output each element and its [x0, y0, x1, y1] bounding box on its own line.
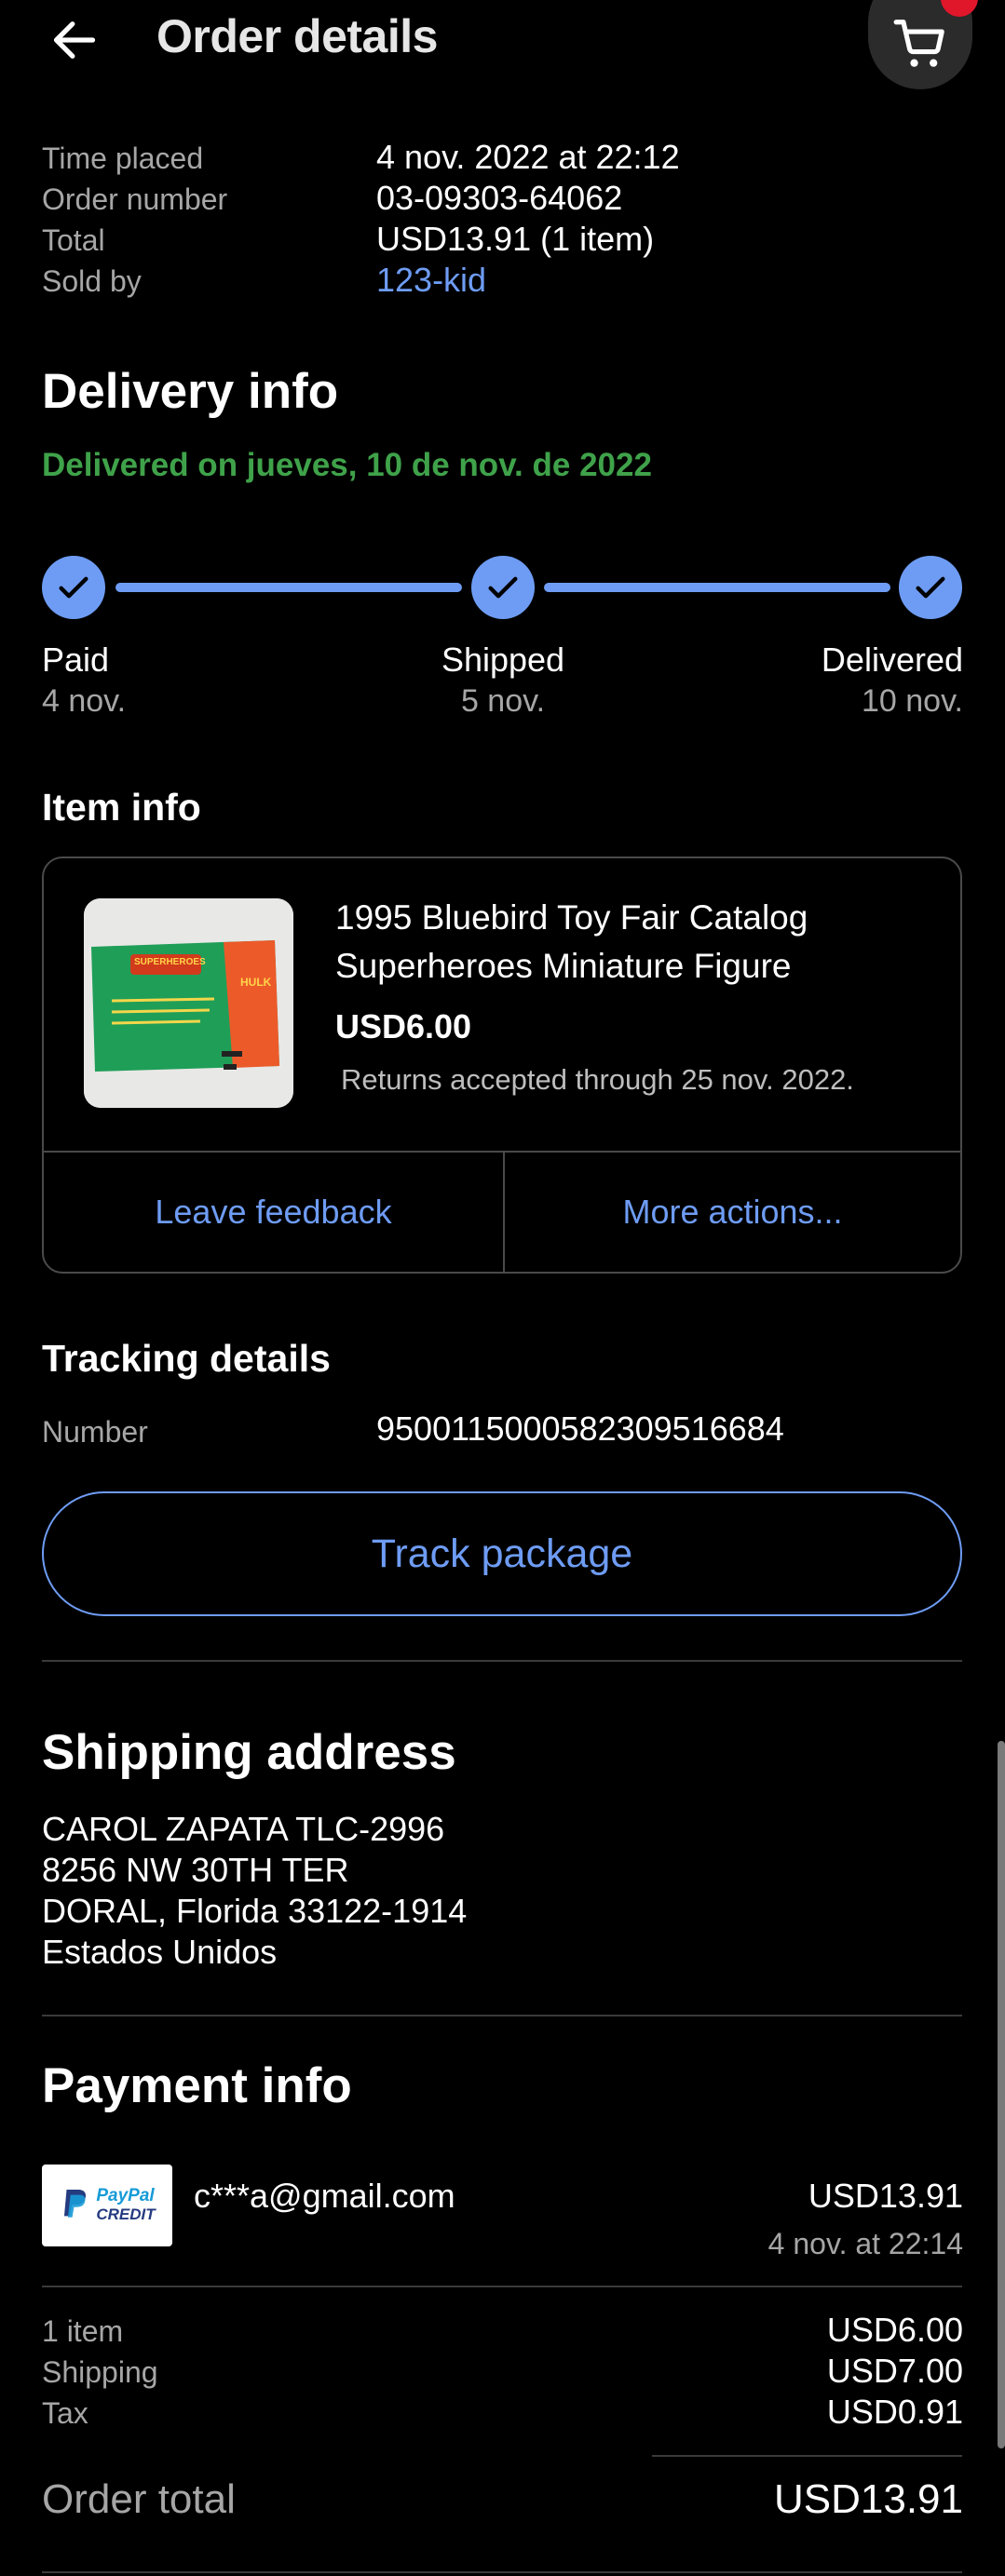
divider	[42, 2286, 962, 2287]
step-paid-dot	[42, 556, 105, 619]
divider	[42, 1660, 962, 1662]
paypal-credit-logo: PayPal CREDIT	[42, 2165, 172, 2246]
scrollbar[interactable]	[998, 1741, 1005, 2448]
total-divider	[652, 2455, 962, 2457]
sold-by-label: Sold by	[42, 264, 142, 298]
shipping-value: USD7.00	[826, 2352, 963, 2390]
address-line-2: 8256 NW 30TH TER	[42, 1851, 349, 1889]
step-shipped-label: Shipped	[441, 641, 565, 679]
credit-logo-text: CREDIT	[96, 2205, 156, 2223]
order-total-value: USD13.91	[773, 2476, 963, 2522]
back-button[interactable]	[37, 7, 112, 73]
order-number-label: Order number	[42, 182, 228, 216]
items-value: USD6.00	[826, 2311, 963, 2349]
check-icon	[59, 576, 88, 599]
tracking-number-label: Number	[42, 1415, 148, 1449]
tracking-number-value: 9500115000582309516684	[376, 1409, 784, 1448]
progress-line-1	[115, 583, 462, 592]
items-label: 1 item	[42, 2314, 124, 2348]
tax-label: Tax	[42, 2396, 88, 2430]
order-number-value: 03-09303-64062	[376, 179, 623, 217]
address-line-3: DORAL, Florida 33122-1914	[42, 1892, 468, 1930]
payment-amount: USD13.91	[808, 2177, 963, 2215]
paypal-logo-text: PayPal	[96, 2186, 155, 2205]
total-label: Total	[42, 223, 105, 257]
check-icon	[916, 576, 945, 599]
item-thumbnail[interactable]: SUPERHEROES HULK	[84, 898, 293, 1108]
step-paid-date: 4 nov.	[42, 683, 127, 719]
step-shipped-date: 5 nov.	[460, 683, 546, 719]
arrow-left-icon	[53, 21, 96, 59]
leave-feedback-button[interactable]: Leave feedback	[44, 1153, 503, 1272]
payment-email: c***a@gmail.com	[194, 2177, 455, 2215]
item-info-title: Item info	[42, 786, 201, 829]
time-placed-value: 4 nov. 2022 at 22:12	[376, 138, 680, 176]
cart-icon	[893, 20, 944, 67]
step-shipped-dot	[471, 556, 535, 619]
delivery-info-title: Delivery info	[42, 364, 339, 419]
progress-line-2	[544, 583, 890, 592]
shipping-label: Shipping	[42, 2355, 158, 2389]
time-placed-label: Time placed	[42, 142, 204, 175]
payment-info-title: Payment info	[42, 2058, 352, 2113]
seller-link[interactable]: 123-kid	[376, 261, 486, 300]
tax-value: USD0.91	[826, 2393, 963, 2431]
item-price: USD6.00	[335, 1007, 472, 1045]
page-title: Order details	[156, 10, 438, 62]
step-delivered-date: 10 nov.	[861, 683, 963, 719]
payment-date: 4 nov. at 22:14	[767, 2227, 963, 2260]
thumb-banner-text: SUPERHEROES	[134, 957, 206, 967]
item-returns-note: Returns accepted through 25 nov. 2022.	[341, 1063, 854, 1096]
step-paid-label: Paid	[42, 641, 110, 679]
thumb-tag-text: HULK	[240, 976, 272, 989]
delivery-status: Delivered on jueves, 10 de nov. de 2022	[42, 447, 652, 483]
divider	[42, 2015, 962, 2016]
shipping-address-title: Shipping address	[42, 1725, 456, 1780]
item-image	[84, 898, 293, 1108]
total-value: USD13.91 (1 item)	[376, 220, 655, 258]
address-line-1: CAROL ZAPATA TLC-2996	[42, 1810, 445, 1848]
step-delivered-dot	[899, 556, 962, 619]
address-line-4: Estados Unidos	[42, 1933, 278, 1971]
item-title[interactable]: 1995 Bluebird Toy Fair Catalog Superhero…	[335, 894, 931, 991]
paypal-icon	[64, 2190, 87, 2218]
tracking-details-title: Tracking details	[42, 1337, 331, 1380]
divider	[42, 2571, 962, 2573]
track-package-button[interactable]: Track package	[42, 1491, 962, 1616]
step-delivered-label: Delivered	[821, 641, 963, 679]
more-actions-button[interactable]: More actions...	[505, 1153, 960, 1272]
order-total-label: Order total	[42, 2476, 236, 2522]
check-icon	[488, 576, 518, 599]
